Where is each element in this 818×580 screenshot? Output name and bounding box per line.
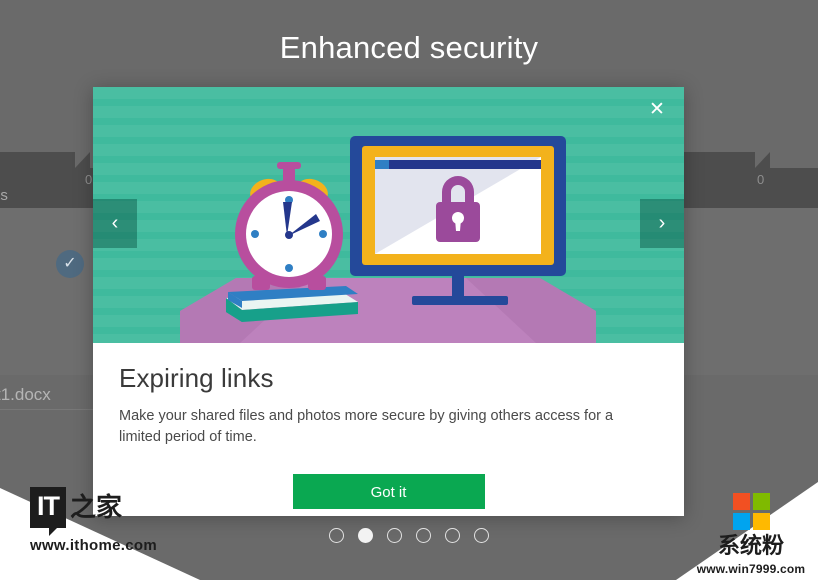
watermark-ithome: IT 之家 www.ithome.com xyxy=(30,487,170,554)
dialog-hero: ✕ xyxy=(93,87,684,343)
bg-left-tile-filename: t1.docx xyxy=(0,385,51,404)
screen-root: ts 0 ✓ t1.docx 0 Enhanced security ✕ xyxy=(0,0,818,580)
dialog-headline: Expiring links xyxy=(119,363,274,393)
ithome-logo-badge: IT xyxy=(30,487,66,536)
watermark-win7999: 系统粉 www.win7999.com xyxy=(692,493,810,576)
pagination-dot-4[interactable] xyxy=(416,528,431,543)
ms-logo-square-green xyxy=(752,493,770,510)
teaching-dialog: ✕ Expiring links Make your shared files … xyxy=(93,87,684,516)
bg-left-tile-check-icon: ✓ xyxy=(56,250,84,278)
ms-logo-square-yellow xyxy=(752,513,770,530)
pagination-dot-5[interactable] xyxy=(445,528,460,543)
bg-left-tile-count: 0 xyxy=(85,172,93,187)
win7999-url: www.win7999.com xyxy=(696,562,806,576)
watermark-ithome-logo-row: IT 之家 xyxy=(30,487,170,536)
previous-slide-button[interactable]: ‹ xyxy=(93,199,137,248)
close-icon[interactable]: ✕ xyxy=(640,93,674,127)
bg-left-tile-title: ts xyxy=(0,187,9,204)
dialog-description: Make your shared files and photos more s… xyxy=(119,408,614,446)
microsoft-logo-icon xyxy=(732,493,770,530)
pagination-dot-1[interactable] xyxy=(329,528,344,543)
next-slide-button[interactable]: › xyxy=(640,199,684,248)
pagination-dot-2[interactable] xyxy=(358,528,373,543)
got-it-button[interactable]: Got it xyxy=(292,473,485,509)
bg-right-tile-count: 0 xyxy=(757,172,765,187)
bg-left-tile-tab xyxy=(0,152,90,168)
dialog-body: Expiring links Make your shared files an… xyxy=(93,363,684,509)
ithome-logo-cn: 之家 xyxy=(70,492,123,523)
page-title: Enhanced security xyxy=(279,30,539,65)
illustration-clock-and-monitor-with-lock xyxy=(180,136,596,343)
ithome-url: www.ithome.com xyxy=(30,537,157,554)
pagination-dot-3[interactable] xyxy=(387,528,402,543)
ms-logo-square-red xyxy=(732,493,750,510)
win7999-name: 系统粉 xyxy=(717,534,784,559)
pagination-dot-6[interactable] xyxy=(474,528,489,543)
ms-logo-square-blue xyxy=(732,513,750,530)
